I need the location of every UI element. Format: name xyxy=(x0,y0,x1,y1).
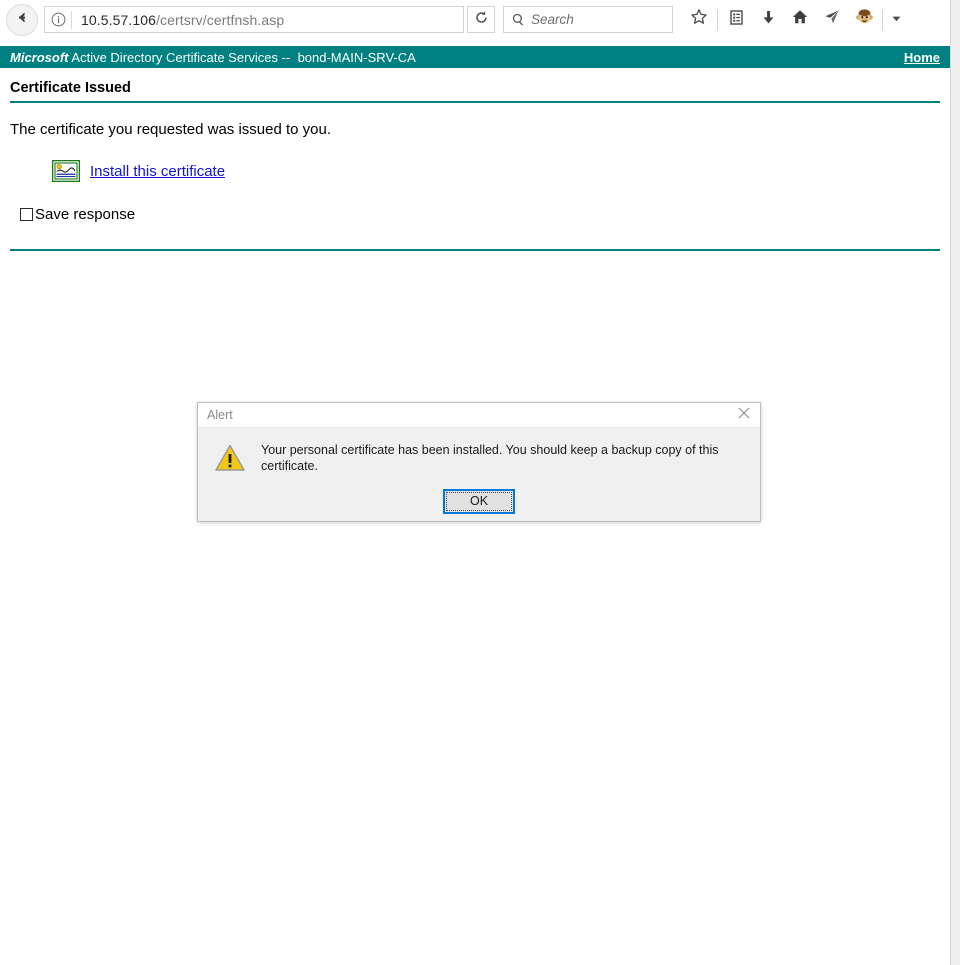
site-header-bar: Microsoft Active Directory Certificate S… xyxy=(0,46,950,68)
ok-button[interactable]: OK xyxy=(443,488,515,514)
page-title: Certificate Issued xyxy=(10,80,131,96)
dialog-body: Your personal certificate has been insta… xyxy=(198,428,760,475)
home-button[interactable] xyxy=(784,4,816,36)
ca-name: bond-MAIN-SRV-CA xyxy=(297,49,416,65)
home-link[interactable]: Home xyxy=(904,50,940,65)
screen-edge-strip xyxy=(950,0,960,965)
menu-button[interactable] xyxy=(909,4,943,36)
back-button[interactable] xyxy=(6,3,38,36)
downloads-button[interactable] xyxy=(752,4,784,36)
browser-toolbar: 10.5.57.106/certsrv/certfnsh.asp Search xyxy=(0,0,960,40)
reload-button[interactable] xyxy=(467,6,495,33)
install-certificate-link[interactable]: Install this certificate xyxy=(90,163,225,180)
reload-icon xyxy=(474,10,489,30)
home-icon xyxy=(791,8,809,31)
send-tab-button[interactable] xyxy=(816,4,848,36)
dialog-close-button[interactable] xyxy=(728,403,760,427)
certificate-icon xyxy=(51,159,81,183)
ok-button-label: OK xyxy=(469,494,489,508)
search-input[interactable]: Search xyxy=(531,12,574,27)
dialog-button-row: OK xyxy=(198,488,760,514)
warning-triangle-icon xyxy=(214,443,246,473)
bookmark-star-button[interactable] xyxy=(683,4,715,36)
save-response-checkbox[interactable] xyxy=(20,208,33,221)
save-response-row[interactable]: Save response xyxy=(20,206,940,223)
library-button[interactable] xyxy=(720,4,752,36)
downloads-icon xyxy=(760,9,777,31)
search-box[interactable]: Search xyxy=(503,6,673,33)
bookmark-star-icon xyxy=(690,8,708,31)
overflow-chevron-button[interactable] xyxy=(885,4,907,36)
save-response-label: Save response xyxy=(35,206,136,223)
site-header-separator: -- xyxy=(281,49,291,65)
chevron-down-icon xyxy=(891,11,902,29)
dialog-title: Alert xyxy=(207,408,233,422)
account-avatar-button[interactable] xyxy=(848,4,880,36)
main-content: Certificate Issued The certificate you r… xyxy=(0,80,950,251)
search-icon xyxy=(512,13,525,26)
install-certificate-row[interactable]: Install this certificate xyxy=(51,159,940,183)
site-header-title: Active Directory Certificate Services xyxy=(71,49,279,65)
microsoft-brand: Microsoft xyxy=(10,49,69,65)
url-text: 10.5.57.106/certsrv/certfnsh.asp xyxy=(72,12,284,28)
toolbar-divider-2 xyxy=(882,8,883,31)
intro-text: The certificate you requested was issued… xyxy=(10,121,332,138)
url-bar[interactable]: 10.5.57.106/certsrv/certfnsh.asp xyxy=(44,6,464,33)
toolbar-icon-group xyxy=(683,4,943,36)
library-icon xyxy=(728,9,745,31)
url-host: 10.5.57.106 xyxy=(81,11,157,28)
bottom-rule xyxy=(10,249,940,251)
dialog-message: Your personal certificate has been insta… xyxy=(261,443,719,474)
close-icon xyxy=(737,406,751,425)
back-arrow-icon xyxy=(14,9,31,31)
account-avatar-icon xyxy=(855,8,874,32)
alert-dialog: Alert Your personal certificate has been… xyxy=(197,402,761,522)
dialog-titlebar: Alert xyxy=(198,403,760,428)
toolbar-divider xyxy=(717,8,718,31)
send-tab-icon xyxy=(823,8,841,31)
site-header-text: Microsoft Active Directory Certificate S… xyxy=(10,50,416,65)
title-rule xyxy=(10,101,940,103)
site-info-icon[interactable] xyxy=(45,12,71,27)
url-path: /certsrv/certfnsh.asp xyxy=(156,11,285,28)
